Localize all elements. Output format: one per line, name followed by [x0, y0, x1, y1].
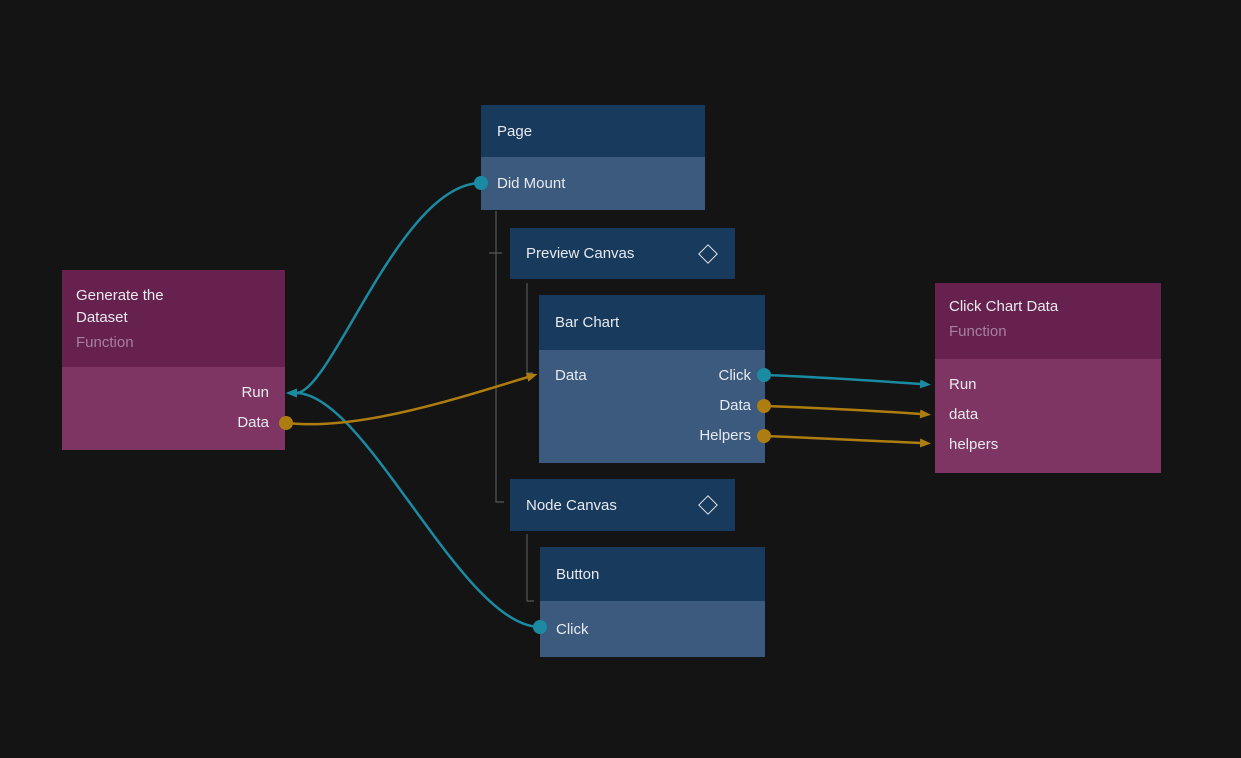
edge-barchart-data-to-data[interactable]	[765, 406, 921, 414]
diamond-icon	[698, 495, 718, 515]
input-label-helpers: helpers	[935, 436, 998, 453]
output-label-helpers: Helpers	[699, 427, 765, 444]
node-bar-chart[interactable]: Bar Chart Data Click Data Helpers	[539, 295, 765, 463]
port-row-data[interactable]: data	[935, 399, 1161, 429]
input-label-data: data	[935, 406, 978, 423]
port-row-did-mount[interactable]: Did Mount	[481, 157, 705, 210]
output-label-click: Click	[719, 367, 766, 384]
node-title: Generate the Dataset	[76, 285, 206, 329]
tree-line-preview-to-barchart	[527, 283, 533, 373]
node-preview-canvas[interactable]: Preview Canvas	[510, 228, 735, 279]
edge-didmount-to-generate-run[interactable]	[296, 183, 481, 393]
node-generate-dataset-body: Run Data	[62, 367, 285, 450]
output-label-data: Data	[719, 397, 765, 414]
node-title: Bar Chart	[555, 314, 619, 331]
port-row-run[interactable]: Run	[935, 369, 1161, 399]
port-row[interactable]: Helpers	[539, 420, 765, 450]
node-node-canvas-header[interactable]: Node Canvas	[510, 479, 735, 531]
port-label-run: Run	[241, 384, 285, 401]
edge-barchart-click-to-run[interactable]	[765, 375, 921, 384]
edge-buttonclick-to-generate-run[interactable]	[296, 393, 540, 627]
input-label-data: Data	[539, 367, 587, 384]
node-title: Preview Canvas	[526, 245, 634, 262]
port-row[interactable]: Data	[539, 390, 765, 420]
node-title: Click Chart Data	[949, 296, 1058, 318]
node-click-chart-data-body: Run data helpers	[935, 359, 1161, 473]
port-label-click: Click	[556, 621, 589, 638]
node-subtitle: Function	[949, 321, 1058, 343]
node-generate-dataset-header[interactable]: Generate the Dataset Function	[62, 270, 285, 367]
port-row-helpers[interactable]: helpers	[935, 429, 1161, 459]
node-subtitle: Function	[76, 332, 206, 354]
port-row-click[interactable]: Click	[540, 601, 765, 657]
node-title: Node Canvas	[526, 497, 617, 514]
node-title: Page	[497, 123, 532, 140]
tree-line-page-children	[496, 211, 504, 502]
tree-line-nodecanvas-to-button	[527, 534, 534, 601]
node-page[interactable]: Page Did Mount	[481, 105, 705, 210]
node-click-chart-data[interactable]: Click Chart Data Function Run data helpe…	[935, 283, 1161, 473]
node-title: Button	[556, 566, 599, 583]
node-button-header[interactable]: Button	[540, 547, 765, 601]
port-label-did-mount: Did Mount	[497, 175, 565, 192]
flow-editor-canvas[interactable]: Generate the Dataset Function Run Data P…	[0, 0, 1241, 758]
node-page-header[interactable]: Page	[481, 105, 705, 157]
edge-barchart-helpers-to-helpers[interactable]	[765, 436, 921, 443]
port-row-run[interactable]: Run	[62, 377, 285, 407]
node-bar-chart-body: Data Click Data Helpers	[539, 350, 765, 463]
node-generate-dataset[interactable]: Generate the Dataset Function Run Data	[62, 270, 285, 450]
port-row[interactable]: Data Click	[539, 360, 765, 390]
node-preview-canvas-header[interactable]: Preview Canvas	[510, 228, 735, 279]
node-node-canvas[interactable]: Node Canvas	[510, 479, 735, 531]
node-click-chart-data-header[interactable]: Click Chart Data Function	[935, 283, 1161, 359]
edge-generate-data-to-barchart-data[interactable]	[287, 377, 528, 424]
node-button[interactable]: Button Click	[540, 547, 765, 657]
input-label-run: Run	[935, 376, 977, 393]
port-label-data: Data	[237, 414, 285, 431]
node-bar-chart-header[interactable]: Bar Chart	[539, 295, 765, 350]
diamond-icon	[698, 244, 718, 264]
port-row-data[interactable]: Data	[62, 407, 285, 437]
